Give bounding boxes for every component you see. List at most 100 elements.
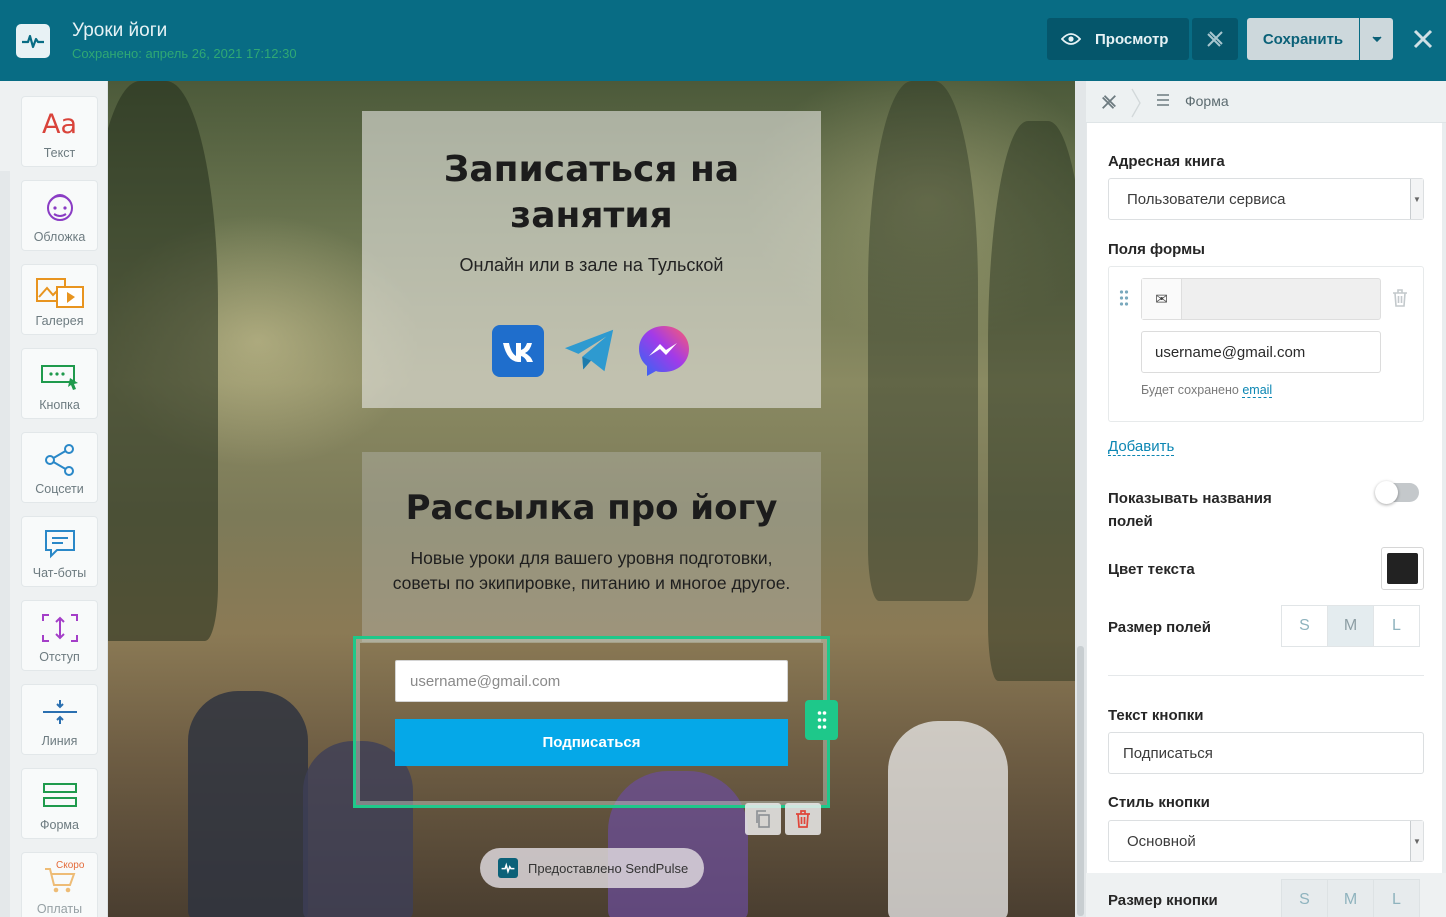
field-variable-link[interactable]: email xyxy=(1242,383,1273,398)
field-label-input[interactable]: ✉ xyxy=(1141,278,1381,320)
sidebar-item-label: Чат-боты xyxy=(32,566,87,580)
pulse-icon xyxy=(22,34,44,49)
delete-block-button[interactable] xyxy=(785,803,821,835)
text-icon: Aa xyxy=(41,108,77,140)
button-style-select[interactable]: Основной ▼ xyxy=(1108,820,1424,862)
preview-button[interactable]: Просмотр xyxy=(1047,18,1189,60)
form-fields-label: Поля формы xyxy=(1108,241,1205,258)
tools-icon xyxy=(1207,31,1223,47)
field-placeholder-input[interactable]: username@gmail.com xyxy=(1141,331,1381,373)
address-book-value: Пользователи сервиса xyxy=(1127,190,1286,208)
size-option-l[interactable]: L xyxy=(1373,605,1420,647)
scrollbar-thumb[interactable] xyxy=(1077,646,1084,916)
preview-label: Просмотр xyxy=(1095,30,1169,48)
chevron-down-icon: ▼ xyxy=(1410,821,1423,861)
show-field-names-label: Показывать названия полей xyxy=(1108,490,1272,530)
vk-icon[interactable] xyxy=(491,324,545,378)
sidebar-scrollbar[interactable] xyxy=(0,171,10,917)
show-field-names-toggle[interactable] xyxy=(1375,481,1419,504)
sidebar-item-text[interactable]: Aa Текст xyxy=(21,96,98,167)
sidebar-item-label: Соцсети xyxy=(35,482,84,496)
sidebar-item-gallery[interactable]: Галерея xyxy=(21,264,98,335)
address-book-select[interactable]: Пользователи сервиса ▼ xyxy=(1108,178,1424,220)
bg-person xyxy=(888,721,1008,917)
newsletter-subtitle: Новые уроки для вашего уровня подготовки… xyxy=(392,548,791,593)
app-logo[interactable] xyxy=(16,24,50,58)
sidebar-item-chatbots[interactable]: Чат-боты xyxy=(21,516,98,587)
subscribe-button[interactable]: Подписаться xyxy=(395,719,788,766)
top-bar: Уроки йоги Сохранено: апрель 26, 2021 17… xyxy=(0,0,1446,81)
design-tools-button[interactable] xyxy=(1192,18,1238,60)
duplicate-block-button[interactable] xyxy=(745,803,781,835)
tools-icon[interactable] xyxy=(1100,93,1118,111)
line-icon xyxy=(41,693,79,731)
size-option-m[interactable]: M xyxy=(1327,879,1374,917)
sidebar-item-spacing[interactable]: Отступ xyxy=(21,600,98,671)
size-option-m[interactable]: M xyxy=(1327,605,1374,647)
sidebar-item-form[interactable]: Форма xyxy=(21,768,98,839)
button-size-selector: S M L xyxy=(1281,879,1420,917)
save-button[interactable]: Сохранить xyxy=(1247,18,1359,60)
sidebar-item-button[interactable]: Кнопка xyxy=(21,348,98,419)
sidebar-item-label: Текст xyxy=(43,146,76,160)
copy-icon xyxy=(756,810,770,828)
email-field[interactable]: username@gmail.com xyxy=(395,660,788,702)
telegram-icon[interactable] xyxy=(563,324,617,378)
sidebar-item-label: Обложка xyxy=(33,230,86,244)
button-text-label: Текст кнопки xyxy=(1108,707,1204,724)
eye-icon xyxy=(1061,33,1081,45)
saved-status: Сохранено: апрель 26, 2021 17:12:30 xyxy=(72,46,297,61)
field-size-label: Размер полей xyxy=(1108,619,1211,636)
divider xyxy=(1108,675,1424,676)
trash-icon[interactable] xyxy=(1392,289,1408,307)
sidebar-item-cover[interactable]: Обложка xyxy=(21,180,98,251)
sidebar-item-label: Форма xyxy=(40,818,79,832)
envelope-icon: ✉ xyxy=(1142,279,1182,319)
button-icon xyxy=(40,357,80,395)
pulse-icon xyxy=(498,858,518,878)
field-size-selector: S M L xyxy=(1281,605,1420,647)
chat-icon xyxy=(43,525,77,563)
button-style-label: Стиль кнопки xyxy=(1108,794,1210,811)
button-text-input[interactable]: Подписаться xyxy=(1108,732,1424,774)
text-color-swatch[interactable] xyxy=(1381,547,1424,590)
size-option-s[interactable]: S xyxy=(1281,605,1328,647)
close-icon xyxy=(1413,29,1433,49)
newsletter-title: Рассылка про йогу xyxy=(405,488,778,528)
trash-icon xyxy=(796,810,810,828)
add-field-link[interactable]: Добавить xyxy=(1108,438,1175,456)
size-option-l[interactable]: L xyxy=(1373,879,1420,917)
drag-handle[interactable] xyxy=(805,700,838,740)
button-size-label: Размер кнопки xyxy=(1108,892,1218,909)
bg-tree xyxy=(868,81,978,601)
gallery-icon xyxy=(35,273,85,311)
editor-canvas[interactable]: Записаться на занятия Онлайн или в зале … xyxy=(108,81,1075,917)
canvas-scrollbar[interactable] xyxy=(1075,81,1086,917)
chevron-down-icon: ▼ xyxy=(1410,179,1423,219)
form-icon xyxy=(42,777,78,815)
sidebar-item-line[interactable]: Линия xyxy=(21,684,98,755)
color-fill xyxy=(1387,553,1418,584)
drag-handle-icon[interactable] xyxy=(1119,290,1129,306)
sidebar-item-label: Отступ xyxy=(39,650,80,664)
form-icon xyxy=(1157,94,1169,106)
messenger-icon[interactable] xyxy=(637,324,691,378)
share-icon xyxy=(43,441,77,479)
close-button[interactable] xyxy=(1406,22,1440,56)
newsletter-block[interactable]: Рассылка про йогу Новые уроки для вашего… xyxy=(362,452,821,642)
signup-block[interactable]: Записаться на занятия Онлайн или в зале … xyxy=(362,111,821,408)
button-style-value: Основной xyxy=(1127,832,1196,850)
save-options-button[interactable] xyxy=(1360,18,1393,60)
sidebar-item-label: Линия xyxy=(41,734,78,748)
sidebar-item-label: Галерея xyxy=(35,314,84,328)
chevron-down-icon xyxy=(1371,36,1382,42)
cover-icon xyxy=(44,189,76,227)
document-title[interactable]: Уроки йоги xyxy=(72,20,167,42)
sendpulse-badge[interactable]: Предоставлено SendPulse xyxy=(480,848,704,888)
breadcrumb-chevron-icon xyxy=(1131,88,1141,118)
bg-person xyxy=(188,691,308,917)
sidebar-item-social[interactable]: Соцсети xyxy=(21,432,98,503)
coming-soon-badge: Скоро xyxy=(56,860,85,871)
panel-header xyxy=(1086,81,1446,123)
size-option-s[interactable]: S xyxy=(1281,879,1328,917)
